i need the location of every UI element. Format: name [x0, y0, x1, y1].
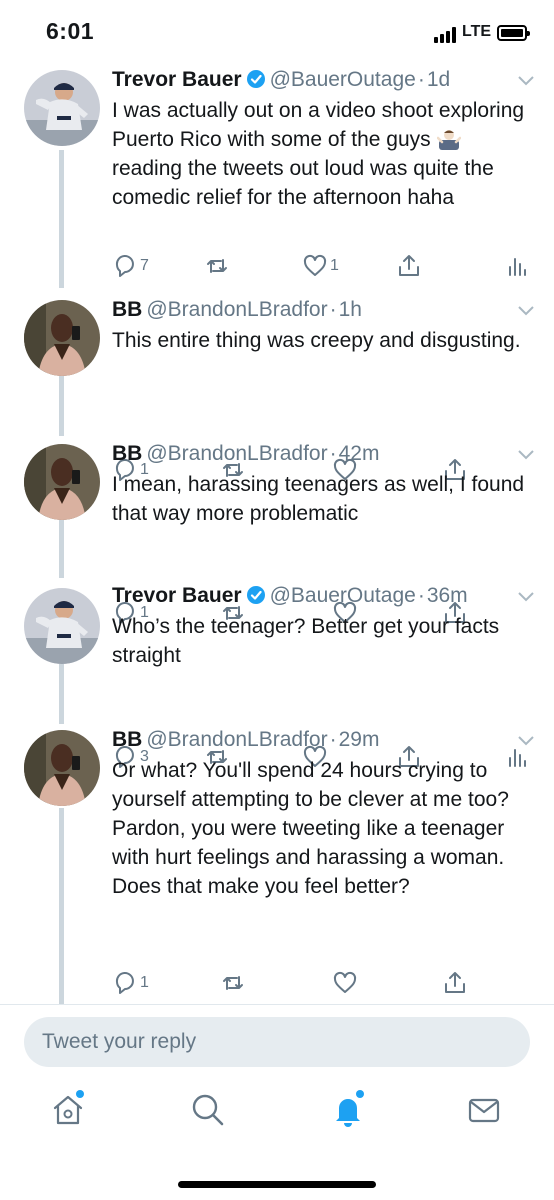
- chevron-down-icon[interactable]: [518, 76, 534, 86]
- verified-badge-icon: [246, 586, 265, 604]
- chevron-down-icon[interactable]: [518, 592, 534, 602]
- retweet-icon: [207, 259, 227, 273]
- tweet-text: Who’s the teenager? Better get your fact…: [112, 615, 506, 667]
- avatar-bb[interactable]: [24, 730, 100, 806]
- reply-button[interactable]: 1: [112, 968, 149, 998]
- reply-input[interactable]: [24, 1017, 530, 1067]
- home-indicator: [178, 1181, 376, 1188]
- tweet-header: Trevor Bauer @BauerOutage·36m: [112, 584, 468, 607]
- timestamp: 36m: [426, 584, 468, 607]
- reply-icon: [115, 255, 134, 277]
- retweet-icon: [223, 976, 243, 990]
- tweet[interactable]: Trevor Bauer @BauerOutage·36m Who’s the t…: [0, 582, 554, 768]
- handle[interactable]: @BauerOutage: [270, 68, 416, 91]
- tweet[interactable]: Trevor Bauer @BauerOutage·1d I was actual…: [0, 62, 554, 294]
- verified-badge-icon: [246, 70, 265, 88]
- tweet-header: BB @BrandonLBradfor·29m: [112, 728, 380, 751]
- like-button[interactable]: [332, 968, 358, 998]
- tab-notifications[interactable]: [330, 1090, 370, 1132]
- cellular-signal-icon: [434, 27, 458, 43]
- search-icon: [192, 1094, 224, 1126]
- tweet-header: Trevor Bauer @BauerOutage·1d: [112, 68, 451, 91]
- selfie-photo-icon: [24, 444, 100, 520]
- avatar-trevor-bauer[interactable]: [24, 70, 100, 146]
- display-name[interactable]: Trevor Bauer: [112, 584, 242, 607]
- avatar-trevor-bauer[interactable]: [24, 588, 100, 664]
- display-name[interactable]: BB: [112, 728, 142, 751]
- share-icon: [399, 255, 419, 276]
- share-icon: [445, 972, 465, 993]
- tweet[interactable]: BB @BrandonLBradfor·42m I mean, harassing…: [0, 440, 554, 624]
- share-button[interactable]: [396, 251, 422, 281]
- display-name[interactable]: Trevor Bauer: [112, 68, 242, 91]
- share-button[interactable]: [442, 968, 468, 998]
- heart-icon: [333, 971, 357, 993]
- chevron-down-icon[interactable]: [518, 736, 534, 746]
- tweet-text: This entire thing was creepy and disgust…: [112, 329, 521, 352]
- analytics-button[interactable]: [504, 251, 530, 281]
- messages-icon: [468, 1098, 500, 1123]
- selfie-photo-icon: [24, 300, 100, 376]
- status-bar: 6:01 LTE: [0, 0, 554, 62]
- reply-composer: [0, 1004, 554, 1078]
- pitcher-photo-icon: [24, 70, 100, 146]
- timestamp: 42m: [338, 442, 380, 465]
- battery-icon: [497, 25, 530, 41]
- reply-icon: [115, 972, 134, 994]
- conversation-feed[interactable]: Trevor Bauer @BauerOutage·1d I was actual…: [0, 62, 554, 1004]
- tweet-actions: 1: [112, 968, 532, 998]
- tweet-text: I was actually out on a video shoot expl…: [112, 99, 530, 209]
- timestamp: 1d: [426, 68, 451, 91]
- reply-button[interactable]: 7: [112, 251, 149, 281]
- chevron-down-icon[interactable]: [518, 306, 534, 316]
- tweet[interactable]: BB @BrandonLBradfor·1h This entire thing …: [0, 294, 554, 481]
- display-name[interactable]: BB: [112, 442, 142, 465]
- timestamp: 29m: [338, 728, 380, 751]
- like-button[interactable]: 1: [302, 251, 339, 281]
- reply-count: 7: [140, 257, 149, 274]
- tweet-text: I mean, harassing teenagers as well, I f…: [112, 473, 530, 525]
- status-time: 6:01: [46, 18, 95, 44]
- home-notification-dot: [76, 1090, 84, 1098]
- reply-count: 1: [140, 974, 149, 991]
- timestamp: 1h: [338, 298, 362, 321]
- tweet-header: BB @BrandonLBradfor·1h: [112, 298, 362, 321]
- tweet[interactable]: BB @BrandonLBradfor·29m Or what? You'll s…: [0, 726, 554, 1004]
- selfie-photo-icon: [24, 730, 100, 806]
- handle[interactable]: @BrandonLBradfor: [146, 728, 327, 751]
- retweet-button[interactable]: [220, 968, 246, 998]
- heart-icon: [303, 254, 327, 276]
- pitcher-photo-icon: [24, 588, 100, 664]
- avatar-bb[interactable]: [24, 444, 100, 520]
- shrug-emoji-icon: [436, 130, 461, 150]
- like-count: 1: [330, 257, 339, 274]
- tweet-text: Or what? You'll spend 24 hours crying to…: [112, 759, 509, 898]
- retweet-button[interactable]: [204, 251, 232, 281]
- analytics-icon: [509, 258, 526, 276]
- notifications-dot: [356, 1090, 364, 1098]
- tweet-header: BB @BrandonLBradfor·42m: [112, 442, 380, 465]
- tweet-actions: 7 1: [112, 251, 532, 281]
- tab-messages[interactable]: [466, 1092, 506, 1132]
- display-name[interactable]: BB: [112, 298, 142, 321]
- tab-search[interactable]: [190, 1092, 230, 1132]
- tab-home[interactable]: [50, 1090, 90, 1132]
- handle[interactable]: @BrandonLBradfor: [146, 442, 327, 465]
- handle[interactable]: @BrandonLBradfor: [146, 298, 327, 321]
- avatar-bb[interactable]: [24, 300, 100, 376]
- network-type: LTE: [462, 23, 492, 40]
- handle[interactable]: @BauerOutage: [270, 584, 416, 607]
- chevron-down-icon[interactable]: [518, 450, 534, 460]
